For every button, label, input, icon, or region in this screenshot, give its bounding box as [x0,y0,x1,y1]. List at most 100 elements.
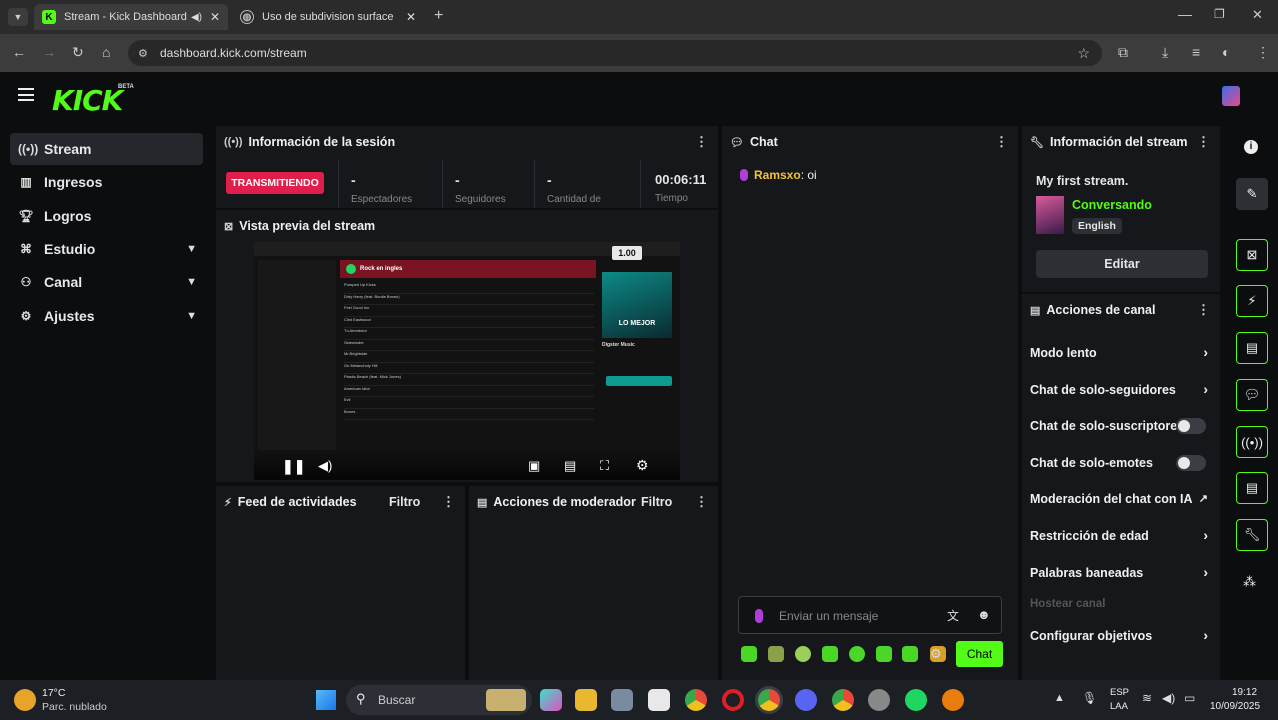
taskbar-search[interactable]: ⚲ Buscar [346,685,532,715]
wifi-icon[interactable]: ≋ [1142,691,1152,705]
chrome-icon[interactable] [685,689,707,711]
more-options-icon[interactable]: ⋮ [442,494,455,510]
more-options-icon[interactable]: ⋮ [1197,134,1210,150]
chat-input[interactable]: Enviar un mensaje 文 ☻ [738,596,1002,634]
microphone-tray-icon[interactable]: 🎙︎ [1082,691,1097,705]
action-subscribers-only[interactable]: Chat de solo-suscriptores [1030,418,1210,434]
url-input[interactable]: ⚙ dashboard.kick.com/stream ☆ [128,40,1102,66]
browser-tab-kick[interactable]: K Stream - Kick Dashboard ◀) ✕ [34,4,228,30]
home-icon[interactable]: ⌂ [102,44,110,60]
start-button[interactable] [316,690,336,710]
chat-settings-icon[interactable]: ⚙ [930,646,942,662]
volume-tray-icon[interactable]: ◀) [1162,691,1175,705]
emotes-only-toggle[interactable] [1176,455,1206,471]
chat-username[interactable]: Ramsxo [754,168,801,182]
hamburger-menu-icon[interactable] [18,88,34,101]
rail-actions-button[interactable]: ▤ [1236,472,1268,504]
chrome-profile-icon[interactable] [832,689,854,711]
action-emotes-only[interactable]: Chat de solo-emotes [1030,455,1210,471]
sidebar-item-ajustes[interactable]: ⚙ Ajustes ▼ [10,300,203,332]
filter-button[interactable]: Filtro [389,495,420,509]
emote-icon[interactable] [822,646,838,662]
opera-icon[interactable] [722,689,744,711]
rail-feed-button[interactable]: ⚡︎ [1236,285,1268,317]
back-icon[interactable]: ← [12,44,26,60]
translate-icon[interactable]: 文 [947,607,959,624]
emote-icon[interactable] [768,646,784,662]
pip-icon[interactable]: ▣ [528,458,540,474]
language-layout[interactable]: LAA [1110,701,1128,712]
volume-icon[interactable]: ◀) [318,458,332,474]
reload-icon[interactable]: ↻ [72,44,84,61]
new-tab-button[interactable]: + [434,7,443,25]
clock-date[interactable]: 10/09/2025 [1210,701,1260,712]
more-options-icon[interactable]: ⋮ [695,134,708,150]
pause-icon[interactable]: ❚❚ [282,458,305,475]
info-icon[interactable]: i [1244,140,1258,154]
more-options-icon[interactable]: ⋮ [1197,302,1210,318]
video-player[interactable]: Rock en ingles Pumped Up Kicks Dirty Har… [254,242,680,480]
chrome-dev-icon[interactable] [868,689,890,711]
emote-icon[interactable] [795,646,811,662]
rail-chat-button[interactable]: 💬︎ [1236,379,1268,411]
layout-icon[interactable]: ⁂ [1243,574,1256,590]
filter-button[interactable]: Filtro [641,495,672,509]
discord-icon[interactable] [795,689,817,711]
subscribers-only-toggle[interactable] [1176,418,1206,434]
action-ai-moderation[interactable]: Moderación del chat con IA ↗ [1030,492,1210,506]
blender-icon[interactable] [942,689,964,711]
emote-icon[interactable] [741,646,757,662]
clock-time[interactable]: 19:12 [1232,687,1257,698]
download-icon[interactable]: ⤓ [1162,44,1168,61]
bookmark-star-icon[interactable]: ☆ [1077,45,1090,62]
site-info-icon[interactable]: ⚙ [138,47,148,60]
action-age-restriction[interactable]: Restricción de edad › [1030,527,1210,543]
edit-widget-button[interactable]: ✎ [1236,178,1268,210]
spotify-icon[interactable] [905,689,927,711]
action-banned-words[interactable]: Palabras baneadas › [1030,564,1210,580]
minimize-button[interactable]: — [1178,6,1192,22]
category-name[interactable]: Conversando [1072,198,1152,212]
file-explorer-icon[interactable] [575,689,597,711]
sidebar-item-logros[interactable]: 🏆︎ Logros [10,200,203,232]
battery-icon[interactable]: ▭ [1184,691,1195,705]
rail-mod-button[interactable]: ▤ [1236,332,1268,364]
close-tab-icon[interactable]: ✕ [406,10,416,24]
weather-widget[interactable]: 17°C Parc. nublado [14,685,124,715]
playback-rate[interactable]: 1.00 [612,246,642,260]
emoji-icon[interactable]: ☻ [977,607,991,622]
send-chat-button[interactable]: Chat [956,641,1003,667]
more-options-icon[interactable]: ⋮ [695,494,708,510]
browser-menu-icon[interactable]: ⋮ [1256,44,1270,61]
forward-icon[interactable]: → [42,44,56,60]
media-icon[interactable]: ≡ [1192,44,1200,60]
close-window-button[interactable]: ✕ [1252,7,1263,23]
store-icon[interactable] [648,689,670,711]
chrome-active-icon[interactable] [758,689,780,711]
close-tab-icon[interactable]: ✕ [210,10,220,24]
camera-app-icon[interactable] [611,689,633,711]
emote-icon[interactable] [902,646,918,662]
settings-icon[interactable]: ⚙ [636,457,649,474]
kick-logo[interactable]: KICK [52,84,123,117]
browser-tab-blender[interactable]: ◍ Uso de subdivision surface ✕ [232,4,424,30]
language-code[interactable]: ESP [1110,687,1129,698]
action-goals[interactable]: Configurar objetivos › [1030,627,1210,643]
emote-icon[interactable] [849,646,865,662]
rail-stream-info-button[interactable]: 🔧︎ [1236,519,1268,551]
sidebar-item-ingresos[interactable]: ▥ Ingresos [10,166,203,198]
rail-preview-button[interactable]: ⊠ [1236,239,1268,271]
microphone-icon[interactable] [755,609,763,623]
maximize-button[interactable]: ❐ [1214,7,1225,21]
fullscreen-icon[interactable]: ⛶ [600,458,609,474]
extensions-icon[interactable]: ⧉ [1118,44,1128,61]
theater-icon[interactable]: ▤ [564,458,576,474]
emote-icon[interactable] [876,646,892,662]
action-slow-mode[interactable]: Modo lento › [1030,344,1210,360]
edit-button[interactable]: Editar [1036,250,1208,278]
sidebar-item-estudio[interactable]: ⌘ Estudio ▼ [10,233,203,265]
profile-icon[interactable]: ◐ [1222,44,1230,60]
sidebar-item-stream[interactable]: ((•)) Stream [10,133,203,165]
action-followers-only[interactable]: Chat de solo-seguidores › [1030,381,1210,397]
copilot-icon[interactable] [540,689,562,711]
